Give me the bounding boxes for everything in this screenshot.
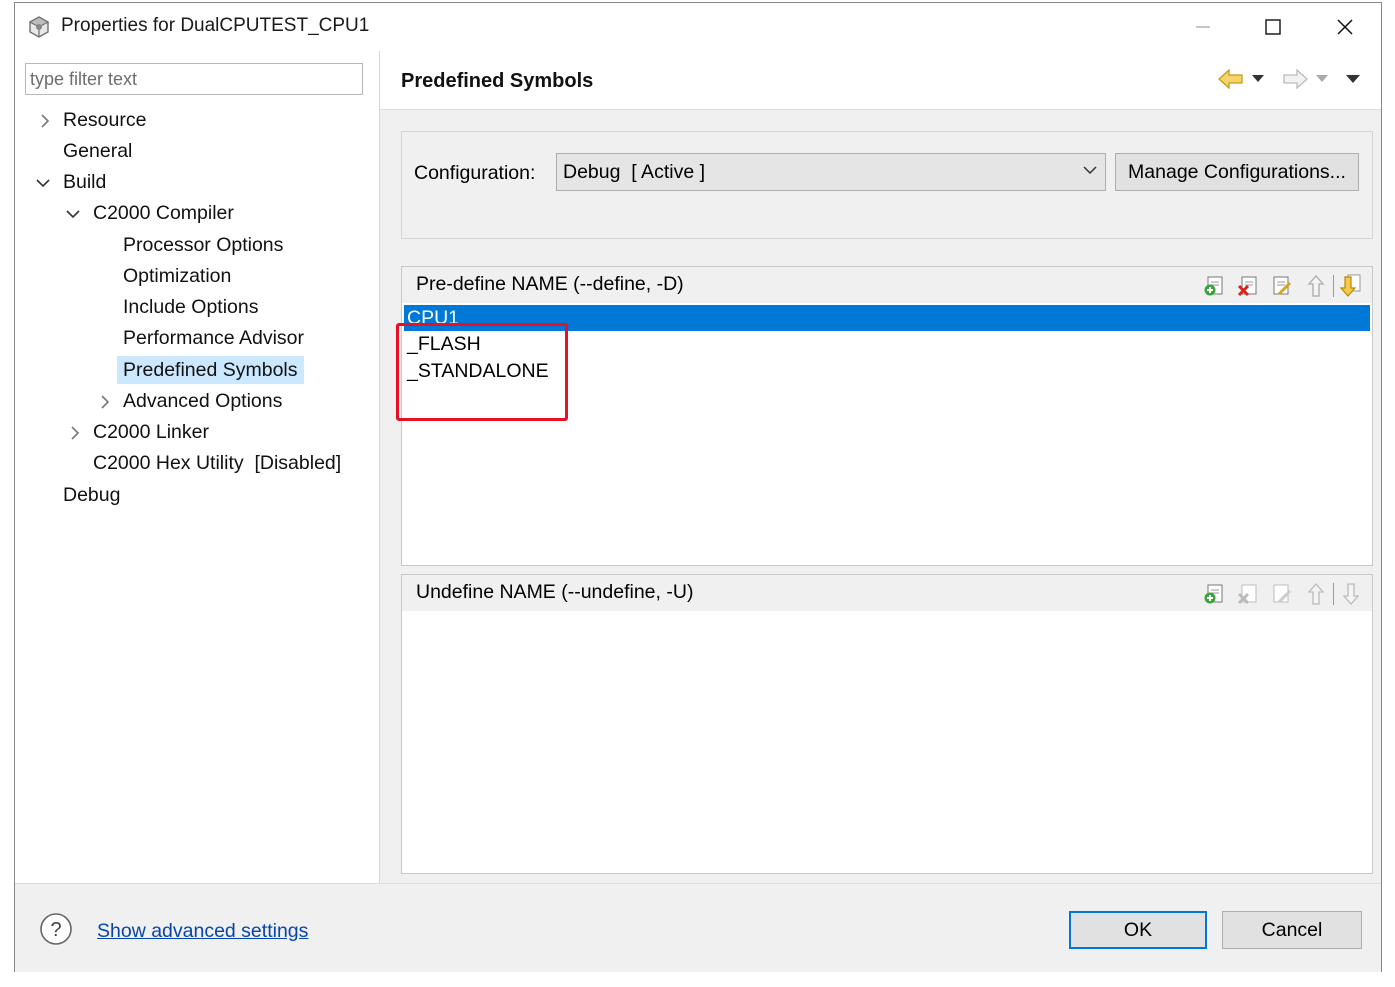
show-advanced-settings-link[interactable]: Show advanced settings: [97, 920, 308, 943]
edit-button[interactable]: [1269, 582, 1295, 606]
move-up-icon: [1307, 583, 1325, 605]
tree-item-c2000-linker[interactable]: C2000 Linker: [93, 418, 209, 446]
toolbar-separator: [1333, 275, 1334, 297]
move-down-button[interactable]: [1338, 582, 1364, 606]
minimize-icon: [1196, 26, 1210, 28]
undefine-toolbar: [1201, 582, 1364, 606]
move-up-icon: [1307, 275, 1325, 297]
chevron-right-icon[interactable]: [67, 425, 83, 441]
content-pane: Predefined Symbols Configuration: Debug …: [380, 51, 1381, 883]
dialog-footer: ? Show advanced settings OK Cancel: [15, 883, 1381, 972]
manage-configurations-button[interactable]: Manage Configurations...: [1115, 153, 1359, 191]
chevron-down-icon[interactable]: [35, 175, 51, 191]
undefine-list-title: Undefine NAME (--undefine, -U): [416, 581, 694, 603]
window-title: Properties for DualCPUTEST_CPU1: [61, 15, 370, 36]
delete-icon: [1237, 584, 1257, 605]
ok-button[interactable]: OK: [1069, 911, 1207, 949]
move-down-icon: [1342, 583, 1360, 605]
maximize-icon: [1265, 19, 1281, 35]
predefine-list-title: Pre-define NAME (--define, -D): [416, 273, 684, 295]
page-title: Predefined Symbols: [401, 70, 594, 92]
tree-item-resource[interactable]: Resource: [63, 106, 146, 134]
back-dropdown-icon[interactable]: [1252, 75, 1264, 83]
undefine-list-header: Undefine NAME (--undefine, -U): [402, 575, 1372, 611]
tree-item-c2000-hex-utility[interactable]: C2000 Hex Utility [Disabled]: [93, 449, 341, 477]
close-icon: [1337, 19, 1353, 35]
move-up-button[interactable]: [1303, 274, 1329, 298]
forward-arrow-icon[interactable]: [1282, 69, 1308, 89]
tree-item-optimization[interactable]: Optimization: [123, 262, 231, 290]
svg-text:?: ?: [50, 919, 61, 941]
configuration-label: Configuration:: [414, 162, 536, 184]
undefine-list[interactable]: [402, 611, 1372, 873]
predefine-toolbar: [1201, 274, 1364, 298]
title-bar: Properties for DualCPUTEST_CPU1: [15, 3, 1381, 51]
tree-item-predefined-symbols[interactable]: Predefined Symbols: [117, 356, 304, 384]
page-header: Predefined Symbols: [380, 51, 1381, 110]
add-icon: [1204, 584, 1223, 604]
properties-icon: [28, 16, 50, 38]
delete-button[interactable]: [1235, 274, 1261, 298]
tree-item-general[interactable]: General: [63, 137, 132, 165]
add-button[interactable]: [1201, 582, 1227, 606]
tree-item-advanced-options[interactable]: Advanced Options: [123, 387, 282, 415]
move-down-icon: [1340, 274, 1361, 297]
tree-item-performance-advisor[interactable]: Performance Advisor: [123, 324, 304, 352]
list-item[interactable]: CPU1: [404, 305, 1370, 331]
tree-item-include-options[interactable]: Include Options: [123, 293, 259, 321]
tree-item-processor-options[interactable]: Processor Options: [123, 231, 283, 259]
list-item[interactable]: _FLASH: [404, 331, 1370, 357]
chevron-down-icon[interactable]: [65, 206, 81, 222]
cancel-button[interactable]: Cancel: [1222, 911, 1362, 949]
edit-icon: [1273, 276, 1292, 296]
undefine-list-panel: Undefine NAME (--undefine, -U): [401, 574, 1373, 874]
edit-icon: [1273, 584, 1292, 604]
background-window-edge: [0, 0, 14, 987]
maximize-button[interactable]: [1243, 9, 1303, 45]
view-menu-icon[interactable]: [1346, 75, 1360, 84]
navigation-pane: Resource General Build C2000 Compiler Pr…: [15, 51, 380, 883]
list-item[interactable]: _STANDALONE: [404, 358, 1370, 384]
tree-item-build[interactable]: Build: [63, 168, 106, 196]
tree-item-debug[interactable]: Debug: [63, 481, 120, 509]
add-button[interactable]: [1201, 274, 1227, 298]
configuration-group: Configuration: Debug [ Active ] Manage C…: [401, 131, 1373, 239]
configuration-select[interactable]: Debug [ Active ]: [556, 153, 1106, 191]
delete-icon: [1237, 276, 1257, 297]
minimize-button[interactable]: [1173, 9, 1233, 45]
add-icon: [1204, 276, 1223, 296]
move-down-button[interactable]: [1338, 274, 1364, 298]
predefine-list-header: Pre-define NAME (--define, -D): [402, 267, 1372, 303]
chevron-right-icon[interactable]: [37, 113, 53, 129]
predefine-list[interactable]: CPU1 _FLASH _STANDALONE: [402, 303, 1372, 565]
toolbar-separator: [1333, 583, 1334, 605]
filter-input[interactable]: [25, 63, 363, 95]
chevron-right-icon[interactable]: [97, 394, 113, 410]
back-arrow-icon[interactable]: [1218, 69, 1244, 89]
move-up-button[interactable]: [1303, 582, 1329, 606]
configuration-value: Debug [ Active ]: [563, 161, 705, 183]
predefine-list-panel: Pre-define NAME (--define, -D) CPU1 _FLA…: [401, 266, 1373, 566]
chevron-down-icon: [1083, 166, 1097, 175]
properties-dialog: Properties for DualCPUTEST_CPU1 Resource…: [14, 2, 1382, 972]
forward-dropdown-icon[interactable]: [1316, 75, 1328, 83]
tree-item-c2000-compiler[interactable]: C2000 Compiler: [93, 199, 234, 227]
help-icon[interactable]: ?: [39, 912, 73, 946]
delete-button[interactable]: [1235, 582, 1261, 606]
close-button[interactable]: [1315, 9, 1375, 45]
edit-button[interactable]: [1269, 274, 1295, 298]
